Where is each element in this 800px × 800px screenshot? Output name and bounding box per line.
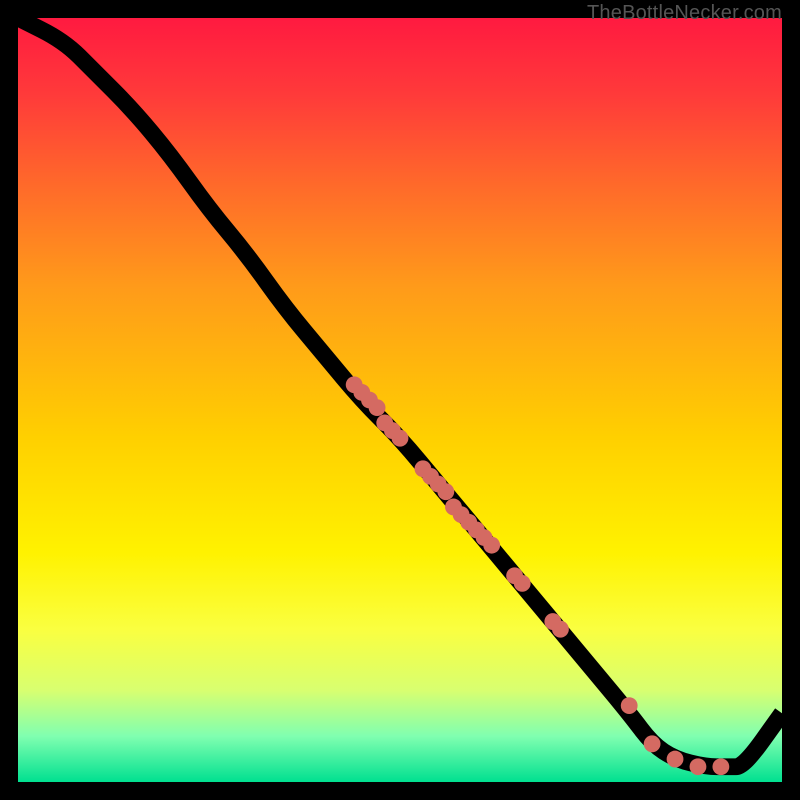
data-point (644, 735, 661, 752)
attribution-label: TheBottleNecker.com (587, 2, 782, 25)
chart-plot-area (18, 18, 782, 782)
data-point (514, 575, 531, 592)
data-point (690, 758, 707, 775)
bottleneck-curve-path (18, 18, 782, 767)
data-point (369, 399, 386, 416)
data-point (437, 483, 454, 500)
scatter-group (346, 376, 730, 775)
data-point (621, 697, 638, 714)
chart-svg (18, 18, 782, 782)
data-point (712, 758, 729, 775)
data-point (552, 621, 569, 638)
data-point (392, 430, 409, 447)
chart-container: TheBottleNecker.com (0, 0, 800, 800)
data-point (483, 537, 500, 554)
data-point (667, 751, 684, 768)
